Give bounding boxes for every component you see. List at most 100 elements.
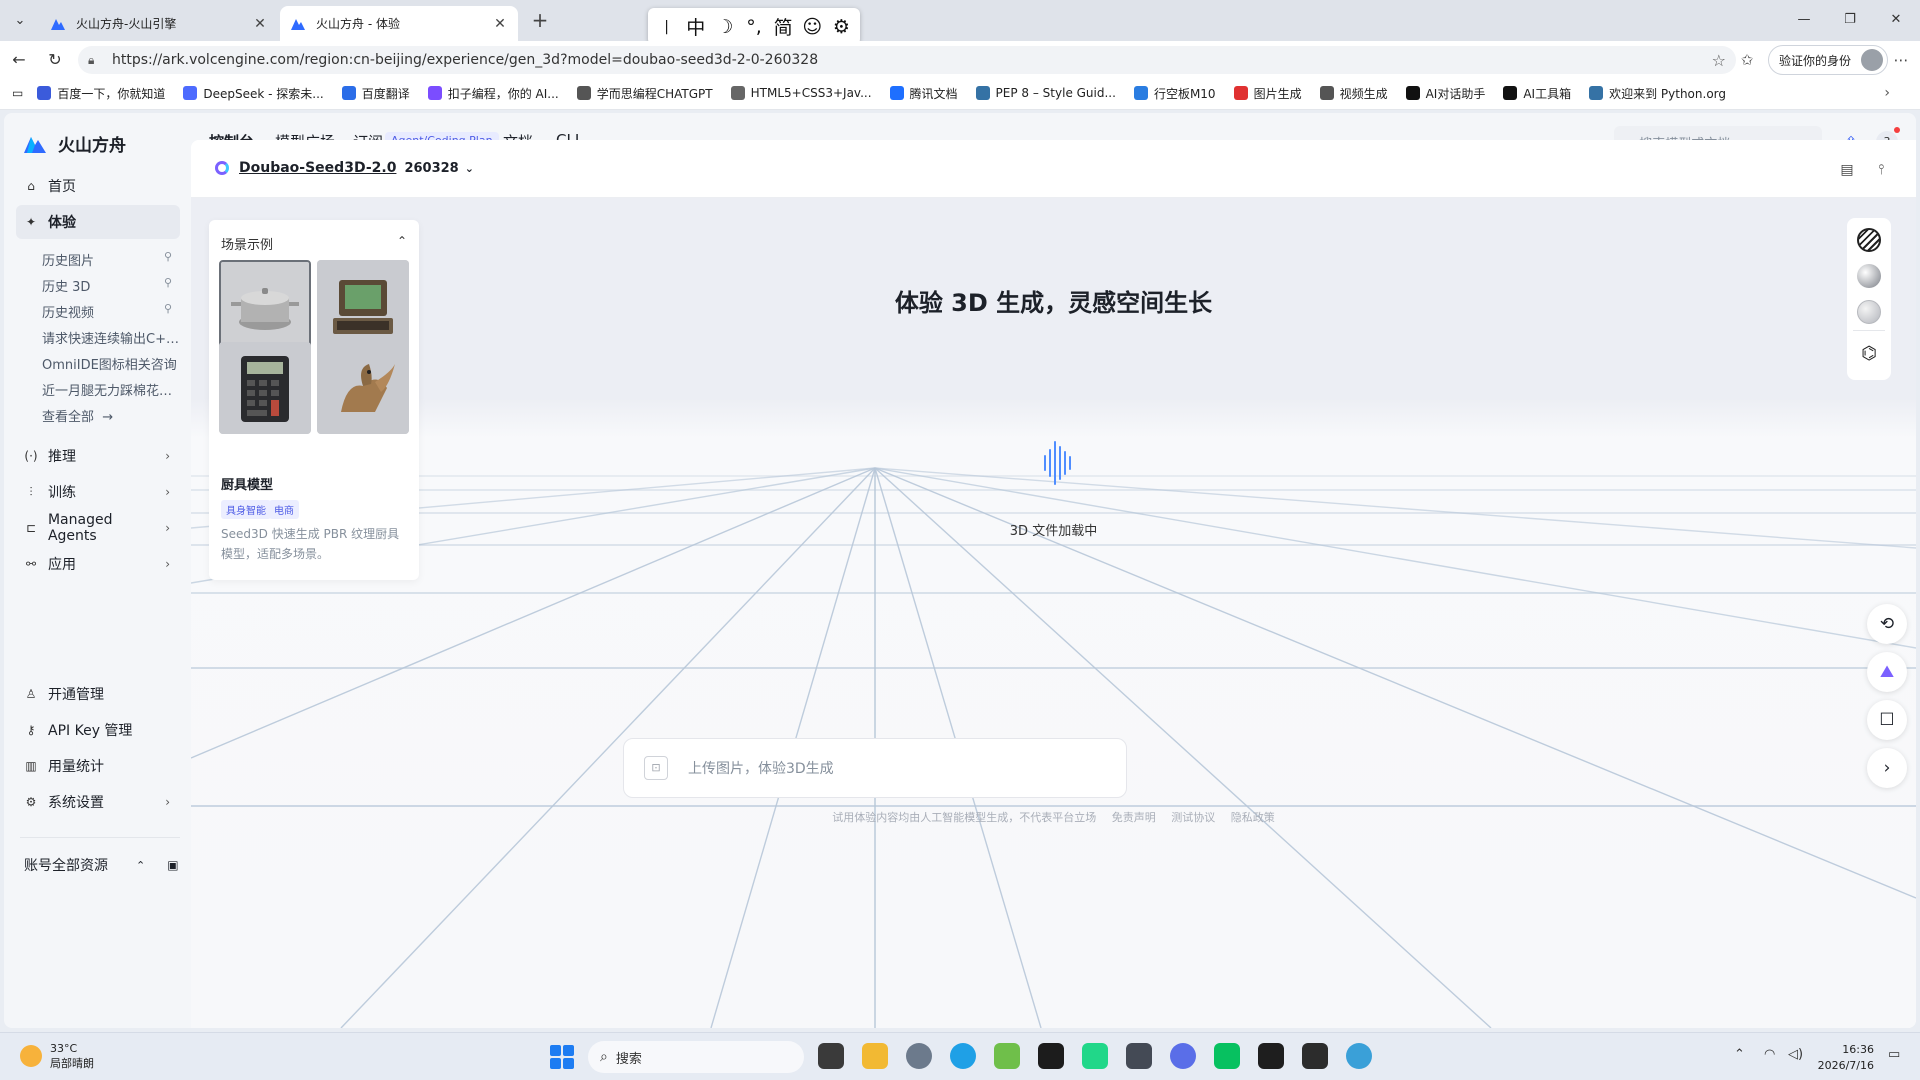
system-clock[interactable]: 16:36 2026/7/16 [1814, 1042, 1874, 1074]
close-icon[interactable]: ✕ [492, 16, 508, 32]
history-item[interactable]: 历史 3D ⚲ [42, 276, 180, 295]
pin-icon[interactable]: ⚲ [164, 302, 172, 315]
sidebar-item-settings[interactable]: ⚙ 系统设置 › [16, 785, 180, 819]
sidebar-item-apps[interactable]: ⚯ 应用 › [16, 547, 180, 581]
new-tab-button[interactable]: + [528, 9, 552, 33]
solid-sphere-icon[interactable] [1857, 264, 1881, 288]
sidebar-item-managed-agents[interactable]: ⊏ Managed Agents › [16, 511, 180, 545]
bookmark-folder-icon[interactable]: ▭ [12, 86, 23, 100]
settings-sliders-icon[interactable]: ⫯ [1871, 160, 1891, 180]
ime-punctuation-icon[interactable]: °, [743, 16, 765, 38]
privacy-policy-link[interactable]: 隐私政策 [1231, 811, 1275, 824]
notification-icon[interactable]: ▭ [1888, 1047, 1900, 1062]
document-icon[interactable]: ▤ [1837, 160, 1857, 180]
sidebar-item-experience[interactable]: ✦ 体验 [16, 205, 180, 239]
edge-browser-icon[interactable] [950, 1043, 976, 1069]
settings-app-icon[interactable] [906, 1043, 932, 1069]
back-icon[interactable]: ← [8, 49, 30, 71]
terminal-icon[interactable] [1038, 1043, 1064, 1069]
chevron-right-icon[interactable]: › [1867, 748, 1907, 788]
profile-button[interactable]: 验证你的身份 [1768, 45, 1888, 75]
ime-chinese-mode[interactable]: 中 [685, 13, 707, 40]
brand-logo[interactable]: 火山方舟 [24, 131, 126, 156]
sidebar-item-training[interactable]: ⫶ 训练 › [16, 475, 180, 509]
tab-list-button[interactable]: ⌄ [8, 9, 32, 33]
chevron-up-icon[interactable]: ⌃ [397, 234, 407, 253]
image-generate-icon[interactable]: ⛰ [1867, 652, 1907, 692]
favorites-icon[interactable]: ✩ [1736, 49, 1758, 71]
bookmark-item[interactable]: 欢迎来到 Python.org [1589, 85, 1726, 102]
ime-emoji-icon[interactable]: ☺ [801, 16, 823, 38]
taskbar-search[interactable]: ⌕ 搜索 [588, 1041, 804, 1073]
sidebar-item-home[interactable]: ⌂ 首页 [16, 169, 180, 203]
ime-settings-icon[interactable]: ⚙ [830, 16, 852, 38]
view-all-link[interactable]: 查看全部 → [42, 406, 180, 425]
bookmark-item[interactable]: 视频生成 [1319, 85, 1388, 102]
code-editor-icon[interactable] [1258, 1043, 1284, 1069]
computer-thumb[interactable] [317, 260, 409, 352]
ime-simplified-mode[interactable]: 简 [772, 13, 794, 40]
bookmark-item[interactable]: 学而思编程CHATGPT [576, 85, 713, 102]
pin-icon[interactable]: ⚲ [164, 276, 172, 289]
3d-viewport[interactable]: 体验 3D 生成，灵感空间生长 3D 文件加载中 场景示例 ⌃ 厨具模型 具身智… [191, 198, 1916, 1028]
sidebar-item-inference[interactable]: (·) 推理 › [16, 439, 180, 473]
image-upload-input[interactable]: ⊡ 上传图片，体验3D生成 [623, 738, 1127, 798]
history-item[interactable]: 请求快速连续输出C++代码 [42, 328, 180, 347]
history-item[interactable]: 历史图片 ⚲ [42, 250, 180, 269]
wechat-icon[interactable] [1214, 1043, 1240, 1069]
history-item[interactable]: 近一月腿无力踩棉花伴发... [42, 380, 180, 399]
bookmark-item[interactable]: AI工具箱 [1503, 85, 1571, 102]
bookmark-item[interactable]: AI对话助手 [1405, 85, 1485, 102]
collapse-sidebar-icon[interactable]: ▣ [167, 858, 178, 872]
close-icon[interactable]: ✕ [252, 16, 268, 32]
chevron-right-icon[interactable]: › [1884, 85, 1890, 101]
bookmark-item[interactable]: 图片生成 [1233, 85, 1302, 102]
close-window-button[interactable]: ✕ [1884, 8, 1908, 32]
bookmark-item[interactable]: PEP 8 – Style Guid... [975, 86, 1116, 100]
feedback-icon[interactable]: ☐ [1867, 700, 1907, 740]
weather-widget[interactable]: 33°C 局部晴朗 [20, 1041, 94, 1071]
account-resource-selector[interactable]: 账号全部资源 ⌃ ▣ [24, 855, 184, 875]
pot-thumb[interactable] [219, 260, 311, 352]
command-prompt-icon[interactable] [1302, 1043, 1328, 1069]
textured-sphere-icon[interactable] [1857, 300, 1881, 324]
sidebar-item-api-key[interactable]: ⚷ API Key 管理 [16, 713, 180, 747]
task-view-icon[interactable] [818, 1043, 844, 1069]
file-explorer-icon[interactable] [862, 1043, 888, 1069]
url-input[interactable]: 🔒︎ https://ark.volcengine.com/region:cn-… [78, 46, 1736, 74]
favorite-star-icon[interactable]: ☆ [1712, 51, 1726, 70]
calculator-thumb[interactable] [219, 342, 311, 434]
bookmark-item[interactable]: 行空板M10 [1133, 85, 1216, 102]
wifi-icon[interactable]: ◠ [1764, 1047, 1775, 1062]
sidebar-item-activation[interactable]: ♙ 开通管理 [16, 677, 180, 711]
windows-start-icon[interactable] [550, 1045, 574, 1069]
bookmark-item[interactable]: 百度翻译 [341, 85, 410, 102]
restore-button[interactable]: ❐ [1838, 8, 1862, 32]
wireframe-icon[interactable] [1857, 228, 1881, 252]
bookmark-item[interactable]: 扣子编程，你的 AI... [427, 85, 559, 102]
disclaimer-link[interactable]: 免责声明 [1112, 811, 1156, 824]
browser-tab-volcengine[interactable]: 火山方舟-火山引擎 ✕ [40, 6, 278, 41]
volume-icon[interactable]: ◁) [1788, 1047, 1803, 1062]
pin-icon[interactable]: ⚲ [164, 250, 172, 263]
bookmark-item[interactable]: 百度一下，你就知道 [37, 85, 165, 102]
notepad-icon[interactable] [994, 1043, 1020, 1069]
ime-moon-icon[interactable]: ☽ [714, 16, 736, 38]
3d-cube-icon[interactable]: ⌬ [1857, 342, 1881, 366]
reset-view-icon[interactable]: ⟲ [1867, 604, 1907, 644]
chevron-up-icon[interactable]: ⌃ [1734, 1047, 1745, 1062]
python-idle-icon[interactable] [1346, 1043, 1372, 1069]
test-agreement-link[interactable]: 测试协议 [1171, 811, 1215, 824]
sidebar-item-usage[interactable]: ▥ 用量统计 [16, 749, 180, 783]
more-menu-icon[interactable]: ⋯ [1890, 49, 1912, 71]
game-app-icon[interactable] [1126, 1043, 1152, 1069]
dragon-thumb[interactable] [317, 342, 409, 434]
bird-app-icon[interactable] [1170, 1043, 1196, 1069]
scene-examples-header[interactable]: 场景示例 ⌃ [221, 234, 407, 253]
model-selector[interactable]: Doubao-Seed3D-2.0 260328 ⌄ [215, 160, 474, 176]
browser-tab-experience[interactable]: 火山方舟 - 体验 ✕ [280, 6, 518, 41]
minimize-button[interactable]: — [1792, 8, 1816, 32]
bookmark-item[interactable]: 腾讯文档 [889, 85, 958, 102]
ime-handle[interactable]: | [656, 19, 678, 35]
history-item[interactable]: 历史视频 ⚲ [42, 302, 180, 321]
